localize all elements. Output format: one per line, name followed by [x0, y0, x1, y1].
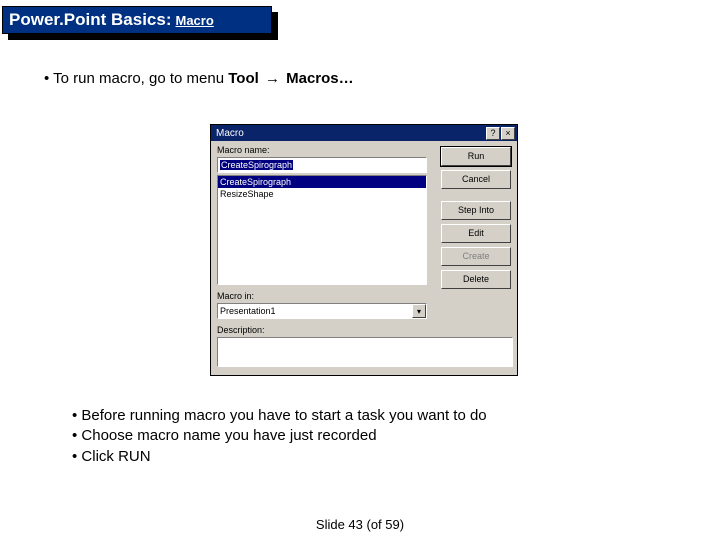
run-button[interactable]: Run [441, 147, 511, 166]
menu-macros: Macros… [286, 70, 354, 87]
notes-list: • Before running macro you have to start… [72, 406, 487, 467]
arrow-icon: → [265, 70, 280, 87]
delete-button[interactable]: Delete [441, 270, 511, 289]
dialog-button-column: Run Cancel Step Into Edit Create Delete [441, 147, 511, 293]
step-into-button[interactable]: Step Into [441, 201, 511, 220]
cancel-button[interactable]: Cancel [441, 170, 511, 189]
dialog-body: Macro name: CreateSpirograph CreateSpiro… [211, 141, 517, 371]
title-main: Power.Point Basics: [9, 10, 172, 30]
slide-title-plate: Power.Point Basics: Macro [2, 6, 282, 40]
macro-dialog: Macro ? × Macro name: CreateSpirograph C… [210, 124, 518, 376]
list-item[interactable]: ResizeShape [218, 188, 426, 200]
note-item: • Click RUN [72, 447, 487, 467]
macro-name-value: CreateSpirograph [220, 160, 293, 170]
slide-footer: Slide 43 (of 59) [0, 517, 720, 532]
close-button[interactable]: × [501, 127, 515, 140]
list-item[interactable]: CreateSpirograph [218, 176, 426, 188]
macro-in-select[interactable]: Presentation1 ▾ [217, 303, 427, 319]
close-icon: × [505, 129, 510, 138]
dialog-title: Macro [213, 128, 485, 139]
create-button[interactable]: Create [441, 247, 511, 266]
instruction-prefix: • To run macro, go to menu [44, 70, 228, 87]
help-button[interactable]: ? [486, 127, 500, 140]
macro-list[interactable]: CreateSpirograph ResizeShape [217, 175, 427, 285]
title-bar: Power.Point Basics: Macro [2, 6, 272, 34]
dialog-titlebar: Macro ? × [211, 125, 517, 141]
menu-tool: Tool [228, 70, 259, 87]
macro-name-input[interactable]: CreateSpirograph [217, 157, 427, 173]
description-box[interactable] [217, 337, 513, 367]
chevron-down-icon: ▾ [412, 304, 426, 318]
instruction-line: • To run macro, go to menu Tool → Macros… [44, 70, 720, 87]
note-item: • Before running macro you have to start… [72, 406, 487, 426]
note-item: • Choose macro name you have just record… [72, 426, 487, 446]
description-label: Description: [217, 325, 511, 335]
macro-in-value: Presentation1 [218, 306, 412, 316]
title-sub: Macro [176, 13, 214, 28]
help-icon: ? [490, 129, 495, 138]
edit-button[interactable]: Edit [441, 224, 511, 243]
